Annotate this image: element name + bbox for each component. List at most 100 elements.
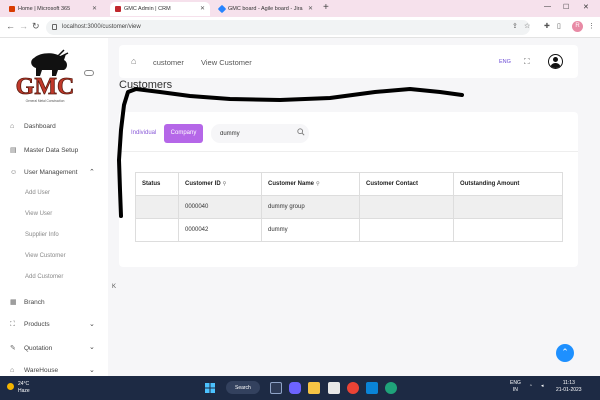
column-customer-id[interactable]: Customer ID ⚲ bbox=[178, 172, 262, 196]
wifi-icon[interactable]: ◔ bbox=[529, 383, 532, 390]
sidebar-subitem-view-customer[interactable]: View Customer bbox=[25, 253, 66, 259]
lock-icon bbox=[52, 24, 57, 30]
back-icon[interactable]: ← bbox=[6, 21, 15, 31]
search-icon[interactable] bbox=[297, 128, 305, 136]
chevron-down-icon[interactable]: ⌄ bbox=[89, 343, 95, 351]
reload-icon[interactable]: ↻ bbox=[32, 21, 40, 32]
close-icon[interactable]: ✕ bbox=[200, 5, 205, 12]
breadcrumb-view-customer: View Customer bbox=[201, 58, 252, 67]
tab-microsoft-365[interactable]: Home | Microsoft 365 ✕ bbox=[4, 2, 102, 16]
table-row[interactable]: 0000042 dummy bbox=[135, 218, 563, 242]
extensions-icon[interactable]: ✚ bbox=[544, 22, 550, 30]
search-label: Search bbox=[235, 385, 251, 391]
column-label: Customer ID bbox=[185, 181, 221, 187]
task-view-icon[interactable] bbox=[270, 382, 282, 394]
column-status: Status bbox=[135, 172, 179, 196]
tab-title: GMC board - Agile board - Jira bbox=[228, 6, 303, 12]
breadcrumb-customer[interactable]: customer bbox=[153, 58, 184, 67]
sidebar-item-quotation[interactable]: ✎ Quotation bbox=[10, 344, 52, 352]
edge-icon[interactable] bbox=[385, 382, 397, 394]
file-explorer-icon[interactable] bbox=[308, 382, 320, 394]
sort-icon[interactable]: ⚲ bbox=[316, 181, 320, 187]
profile-avatar[interactable]: R bbox=[572, 21, 583, 32]
clock[interactable]: 11:13 21-01-2023 bbox=[556, 380, 582, 394]
weather-temp: 24°C bbox=[18, 381, 30, 387]
avatar-head bbox=[553, 57, 558, 62]
sidebar-item-label: Products bbox=[24, 321, 50, 328]
sidebar-subitem-add-user[interactable]: Add User bbox=[25, 190, 50, 196]
minimize-icon[interactable]: — bbox=[544, 3, 551, 10]
volume-icon[interactable]: ◂ bbox=[541, 383, 544, 390]
sidebar-panel-icon[interactable]: ▯ bbox=[557, 22, 561, 30]
tab-gmc-admin[interactable]: GMC Admin | CRM ✕ bbox=[110, 2, 210, 16]
gmc-favicon-icon bbox=[115, 6, 121, 12]
main-content: ⌂ customer View Customer ENG ⛶ Customers… bbox=[108, 38, 600, 376]
store-icon[interactable] bbox=[328, 382, 340, 394]
chevron-up-icon[interactable]: ⌃ bbox=[89, 168, 95, 176]
sidebar-item-products[interactable]: ⛶ Products bbox=[10, 321, 50, 329]
chevron-down-icon[interactable]: ⌄ bbox=[89, 366, 95, 374]
vscode-icon[interactable] bbox=[366, 382, 378, 394]
language-selector[interactable]: ENG bbox=[499, 59, 511, 65]
teams-chat-icon[interactable] bbox=[289, 382, 301, 394]
sidebar-item-user-management[interactable]: ☺ User Management bbox=[10, 169, 77, 176]
page-title: Customers bbox=[119, 79, 173, 91]
building-icon: ▦ bbox=[10, 299, 17, 306]
cell-status bbox=[135, 195, 179, 219]
home-icon[interactable]: ⌂ bbox=[131, 56, 136, 66]
search-input[interactable] bbox=[211, 124, 309, 143]
taskbar-search[interactable]: Search bbox=[226, 381, 260, 394]
windows-start-icon[interactable] bbox=[204, 382, 216, 394]
column-outstanding-amount: Outstanding Amount bbox=[453, 172, 563, 196]
filter-bar: Individual Company bbox=[119, 112, 578, 152]
avatar-body bbox=[550, 63, 561, 68]
sidebar-item-label: WareHouse bbox=[24, 367, 59, 374]
cell-status bbox=[135, 218, 179, 242]
sidebar-item-label: Master Data Setup bbox=[24, 147, 79, 154]
sidebar-subitem-add-customer[interactable]: Add Customer bbox=[25, 274, 63, 280]
sidebar-subitem-view-user[interactable]: View User bbox=[25, 211, 52, 217]
sidebar-item-dashboard[interactable]: ⌂ Dashboard bbox=[10, 123, 56, 130]
url-input[interactable]: localhost:3000/customer/view bbox=[46, 20, 530, 35]
user-avatar[interactable] bbox=[548, 54, 563, 69]
weather-desc: Haze bbox=[18, 388, 30, 394]
gmc-logo: GMC General Metal Construction bbox=[15, 49, 75, 103]
warehouse-icon: ⌂ bbox=[10, 367, 15, 374]
forward-icon[interactable]: → bbox=[19, 21, 28, 31]
sidebar-item-branch[interactable]: ▦ Branch bbox=[10, 298, 45, 306]
star-icon[interactable]: ☆ bbox=[524, 22, 530, 30]
sort-icon[interactable]: ⚲ bbox=[223, 181, 227, 187]
weather-widget[interactable]: 24°C Haze bbox=[7, 381, 30, 395]
column-customer-contact: Customer Contact bbox=[359, 172, 454, 196]
quotation-icon: ✎ bbox=[10, 345, 16, 352]
cell-customer-contact bbox=[359, 218, 454, 242]
clock-time: 11:13 bbox=[562, 380, 575, 386]
maximize-icon[interactable]: ☐ bbox=[563, 3, 569, 11]
menu-dots-icon[interactable]: ⋮ bbox=[588, 22, 595, 30]
chrome-icon[interactable] bbox=[347, 382, 359, 394]
close-icon[interactable]: ✕ bbox=[92, 5, 97, 12]
scroll-top-button[interactable]: ⌃ bbox=[556, 344, 574, 362]
jira-icon bbox=[217, 4, 227, 14]
individual-toggle[interactable]: Individual bbox=[131, 130, 156, 136]
sidebar-subitem-supplier-info[interactable]: Supplier Info bbox=[25, 232, 59, 238]
close-icon[interactable]: ✕ bbox=[308, 5, 313, 12]
sidebar-item-master-data-setup[interactable]: ▤ Master Data Setup bbox=[10, 146, 78, 154]
close-window-icon[interactable]: ✕ bbox=[583, 3, 589, 11]
column-label: Customer Name bbox=[268, 181, 315, 187]
share-icon[interactable]: ⇪ bbox=[512, 22, 518, 30]
new-tab-icon[interactable]: + bbox=[323, 2, 329, 13]
url-text: localhost:3000/customer/view bbox=[62, 24, 141, 30]
tab-title: GMC Admin | CRM bbox=[124, 6, 171, 12]
company-toggle[interactable]: Company bbox=[164, 124, 203, 143]
fullscreen-icon[interactable]: ⛶ bbox=[524, 57, 530, 67]
cell-outstanding-amount bbox=[453, 195, 563, 219]
chevron-down-icon[interactable]: ⌄ bbox=[89, 320, 95, 328]
tab-jira[interactable]: GMC board - Agile board - Jira ✕ bbox=[214, 2, 318, 16]
sidebar-collapse-toggle[interactable] bbox=[84, 70, 94, 76]
user-icon: ☺ bbox=[10, 169, 18, 176]
column-customer-name[interactable]: Customer Name ⚲ bbox=[261, 172, 360, 196]
table-row[interactable]: 0000040 dummy group bbox=[135, 195, 563, 219]
input-language[interactable]: ENG IN bbox=[510, 380, 521, 394]
sidebar-item-warehouse[interactable]: ⌂ WareHouse bbox=[10, 367, 58, 374]
